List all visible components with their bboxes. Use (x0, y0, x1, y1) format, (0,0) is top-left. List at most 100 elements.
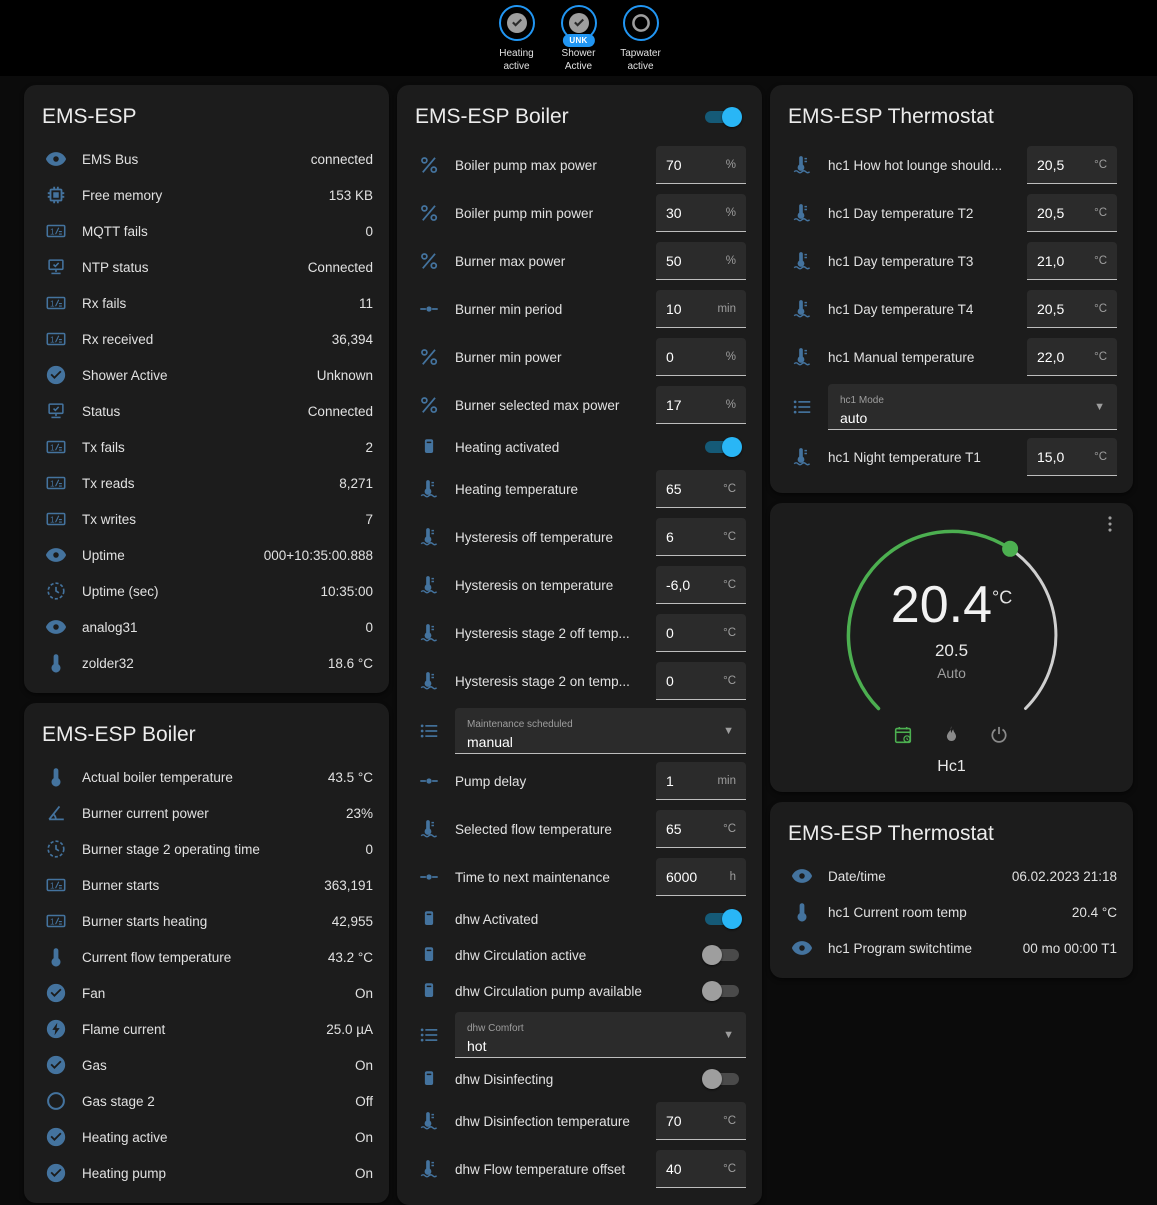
number-input[interactable]: 0% (656, 338, 746, 376)
entity-row[interactable]: zolder3218.6 °C (40, 645, 373, 681)
entity-row[interactable]: 1Burner starts heating42,955 (40, 903, 373, 939)
dial-handle[interactable] (1002, 541, 1018, 557)
number-input[interactable]: 65°C (656, 470, 746, 508)
number-input[interactable]: 6000h (656, 858, 746, 896)
entity-row[interactable]: Burner current power23% (40, 795, 373, 831)
entity-row[interactable]: analog310 (40, 609, 373, 645)
entity-row[interactable]: Burner min power0% (413, 333, 746, 381)
entity-row[interactable]: Boiler pump min power30% (413, 189, 746, 237)
entity-row[interactable]: hc1 Day temperature T220,5°C (786, 189, 1117, 237)
number-input[interactable]: 40°C (656, 1150, 746, 1188)
entity-row[interactable]: 1Burner starts363,191 (40, 867, 373, 903)
entity-row[interactable]: 1Rx fails11 (40, 285, 373, 321)
toggle-switch[interactable] (702, 1069, 742, 1089)
entity-row[interactable]: Flame current25.0 µA (40, 1011, 373, 1047)
number-input[interactable]: 10min (656, 290, 746, 328)
entity-row[interactable]: hc1 Day temperature T321,0°C (786, 237, 1117, 285)
dial-arc[interactable] (832, 521, 1072, 733)
entity-row[interactable]: Maintenance scheduledmanual▼ (413, 705, 746, 757)
number-input[interactable]: 21,0°C (1027, 242, 1117, 280)
entity-row[interactable]: dhw Disinfection temperature70°C (413, 1097, 746, 1145)
badge-tapwater-active[interactable]: Tapwater active (612, 5, 670, 73)
entity-row[interactable]: Free memory153 KB (40, 177, 373, 213)
entity-row[interactable]: dhw Disinfecting (413, 1061, 746, 1097)
entity-row[interactable]: hc1 Day temperature T420,5°C (786, 285, 1117, 333)
number-input[interactable]: 0°C (656, 614, 746, 652)
number-input[interactable]: 70% (656, 146, 746, 184)
entity-row[interactable]: Hysteresis stage 2 on temp...0°C (413, 657, 746, 705)
number-input[interactable]: 70°C (656, 1102, 746, 1140)
number-input[interactable]: 30% (656, 194, 746, 232)
entity-row[interactable]: hc1 Manual temperature22,0°C (786, 333, 1117, 381)
number-input[interactable]: 22,0°C (1027, 338, 1117, 376)
entity-row[interactable]: EMS Busconnected (40, 141, 373, 177)
entity-row[interactable]: hc1 Modeauto▼ (786, 381, 1117, 433)
number-input[interactable]: 20,5°C (1027, 290, 1117, 328)
entity-row[interactable]: hc1 Night temperature T115,0°C (786, 433, 1117, 481)
entity-row[interactable]: StatusConnected (40, 393, 373, 429)
entity-row[interactable]: Uptime (sec)10:35:00 (40, 573, 373, 609)
toggle-switch[interactable] (702, 909, 742, 929)
entity-row[interactable]: NTP statusConnected (40, 249, 373, 285)
select-input[interactable]: hc1 Modeauto▼ (828, 384, 1117, 430)
entity-row[interactable]: Gas stage 2Off (40, 1083, 373, 1119)
entity-row[interactable]: 1Tx writes7 (40, 501, 373, 537)
badge-shower-active[interactable]: UNKShower Active (550, 5, 608, 73)
entity-row[interactable]: dhw Comforthot▼ (413, 1009, 746, 1061)
entity-row[interactable]: Shower ActiveUnknown (40, 357, 373, 393)
entity-row[interactable]: Hysteresis stage 2 off temp...0°C (413, 609, 746, 657)
number-input[interactable]: 0°C (656, 662, 746, 700)
entity-row[interactable]: Date/time06.02.2023 21:18 (786, 858, 1117, 894)
entity-row[interactable]: Uptime000+10:35:00.888 (40, 537, 373, 573)
entity-row[interactable]: Heating pumpOn (40, 1155, 373, 1191)
number-input[interactable]: 1min (656, 762, 746, 800)
entity-row[interactable]: 1Tx fails2 (40, 429, 373, 465)
badge-heating-active[interactable]: Heating active (488, 5, 546, 73)
entity-row[interactable]: dhw Activated (413, 901, 746, 937)
entity-row[interactable]: hc1 Current room temp20.4 °C (786, 894, 1117, 930)
entity-row[interactable]: Heating activeOn (40, 1119, 373, 1155)
dial-entity-name: Hc1 (786, 758, 1117, 776)
entity-row[interactable]: GasOn (40, 1047, 373, 1083)
number-input[interactable]: 15,0°C (1027, 438, 1117, 476)
entity-row[interactable]: Heating temperature65°C (413, 465, 746, 513)
entity-row[interactable]: 1Tx reads8,271 (40, 465, 373, 501)
number-input[interactable]: 20,5°C (1027, 146, 1117, 184)
entity-row[interactable]: Heating activated (413, 429, 746, 465)
number-input[interactable]: 65°C (656, 810, 746, 848)
entity-row[interactable]: hc1 How hot lounge should...20,5°C (786, 141, 1117, 189)
toggle-switch[interactable] (702, 981, 742, 1001)
entity-row[interactable]: Pump delay1min (413, 757, 746, 805)
number-input[interactable]: -6,0°C (656, 566, 746, 604)
entity-row[interactable]: Time to next maintenance6000h (413, 853, 746, 901)
entity-row[interactable]: hc1 Program switchtime00 mo 00:00 T1 (786, 930, 1117, 966)
entity-row[interactable]: Hysteresis off temperature6°C (413, 513, 746, 561)
entity-row[interactable]: dhw Circulation pump available (413, 973, 746, 1009)
check-badge-icon (499, 5, 535, 41)
overflow-menu-button[interactable] (1099, 513, 1123, 537)
number-input[interactable]: 6°C (656, 518, 746, 556)
number-input[interactable]: 17% (656, 386, 746, 424)
entity-row[interactable]: 1Rx received36,394 (40, 321, 373, 357)
entity-row[interactable]: Boiler pump max power70% (413, 141, 746, 189)
entity-row[interactable]: Burner max power50% (413, 237, 746, 285)
entity-row[interactable]: dhw Circulation active (413, 937, 746, 973)
entity-row[interactable]: Current flow temperature43.2 °C (40, 939, 373, 975)
entity-row[interactable]: Burner stage 2 operating time0 (40, 831, 373, 867)
entity-row[interactable]: Actual boiler temperature43.5 °C (40, 759, 373, 795)
circle-outline-icon (44, 1089, 68, 1113)
toggle-switch[interactable] (702, 437, 742, 457)
entity-row[interactable]: FanOn (40, 975, 373, 1011)
number-input[interactable]: 20,5°C (1027, 194, 1117, 232)
entity-row[interactable]: 1MQTT fails0 (40, 213, 373, 249)
entity-row[interactable]: Hysteresis on temperature-6,0°C (413, 561, 746, 609)
select-input[interactable]: Maintenance scheduledmanual▼ (455, 708, 746, 754)
select-input[interactable]: dhw Comforthot▼ (455, 1012, 746, 1058)
entity-row[interactable]: dhw Flow temperature offset40°C (413, 1145, 746, 1193)
entity-row[interactable]: Selected flow temperature65°C (413, 805, 746, 853)
card-header-toggle[interactable] (702, 107, 742, 127)
entity-row[interactable]: Burner selected max power17% (413, 381, 746, 429)
toggle-switch[interactable] (702, 945, 742, 965)
entity-row[interactable]: Burner min period10min (413, 285, 746, 333)
number-input[interactable]: 50% (656, 242, 746, 280)
